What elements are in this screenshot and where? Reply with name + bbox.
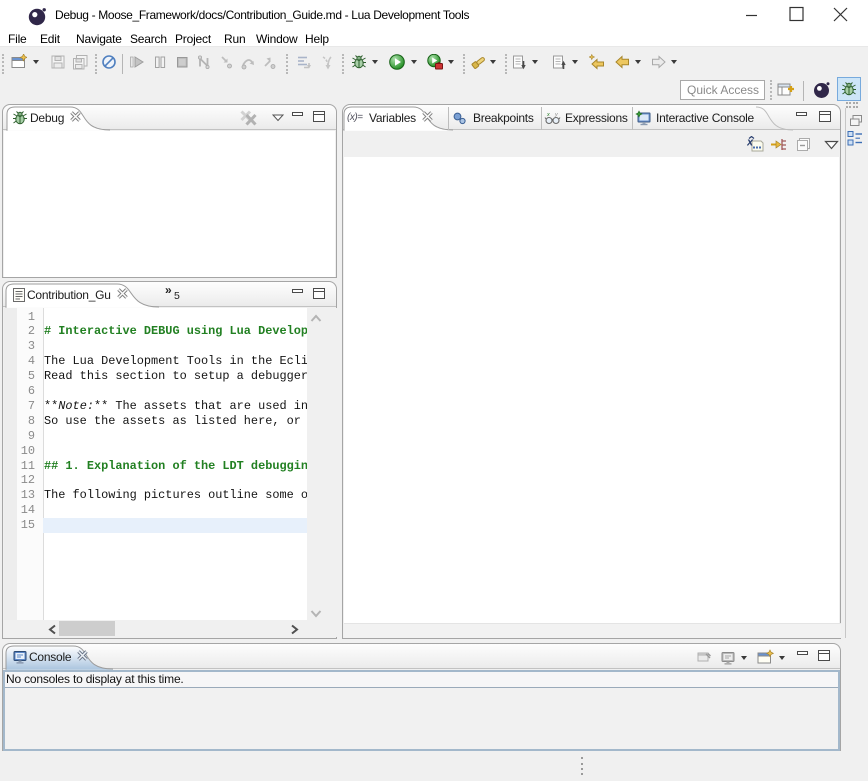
svg-text:x: x <box>546 112 550 118</box>
svg-text:y: y <box>554 112 559 118</box>
